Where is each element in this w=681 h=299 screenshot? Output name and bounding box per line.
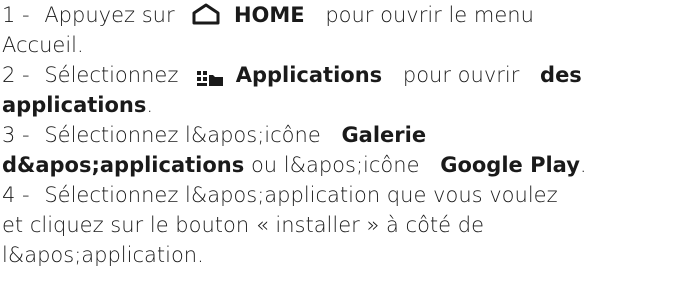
step-3-text-b: ou l&apos;icône [250,153,420,177]
step-1-text-b: pour ouvrir le menu [325,3,534,27]
step-4-text: Sélectionnez l&apos;application que vous… [44,183,558,207]
step-2-text: Sélectionnez [44,63,179,87]
step-2-prefix: 2 - [2,63,30,87]
step-1-text: Appuyez sur [44,3,175,27]
step-3-prefix: 3 - [2,123,30,147]
step-3-text: Sélectionnez l&apos;icône [44,123,321,147]
step-2-line-2: applications. [2,90,681,120]
step-4-line-2: et cliquez sur le bouton « installer » à… [2,210,681,240]
step-1-prefix: 1 - [2,3,30,27]
step-4-line-3: l&apos;application. [2,240,681,270]
home-key-label: HOME [233,3,305,27]
step-3-bold-google-play: Google Play [440,153,580,177]
step-3-bold-galerie: Galerie [341,123,427,147]
step-4-text-c: l&apos;application. [2,243,204,267]
step-2-line-1: 2 - Sélectionnez Applications pour ouvri… [2,60,681,90]
step-3-line-1: 3 - Sélectionnez l&apos;icône Galerie [2,120,681,150]
step-4-line-1: 4 - Sélectionnez l&apos;application que … [2,180,681,210]
step-2-bold-applications: applications [2,93,147,117]
step-3-period: . [579,153,587,177]
step-1-text-c: Accueil. [2,33,84,57]
step-4-prefix: 4 - [2,183,30,207]
step-2-bold-des: des [540,63,582,87]
step-1-line-1: 1 - Appuyez sur HOME pour ouvrir le menu [2,0,681,30]
instruction-document: 1 - Appuyez sur HOME pour ouvrir le menu… [2,0,681,270]
step-3-line-2: d&apos;applications ou l&apos;icône Goog… [2,150,681,180]
step-4-text-b: et cliquez sur le bouton « installer » à… [2,213,484,237]
step-1-line-2: Accueil. [2,30,681,60]
step-3-bold-dapplications: d&apos;applications [2,153,245,177]
applications-key-label: Applications [235,63,383,87]
step-2-period: . [146,93,154,117]
apps-icon [195,65,225,86]
home-icon [191,3,221,25]
step-2-text-b: pour ouvrir [402,63,520,87]
